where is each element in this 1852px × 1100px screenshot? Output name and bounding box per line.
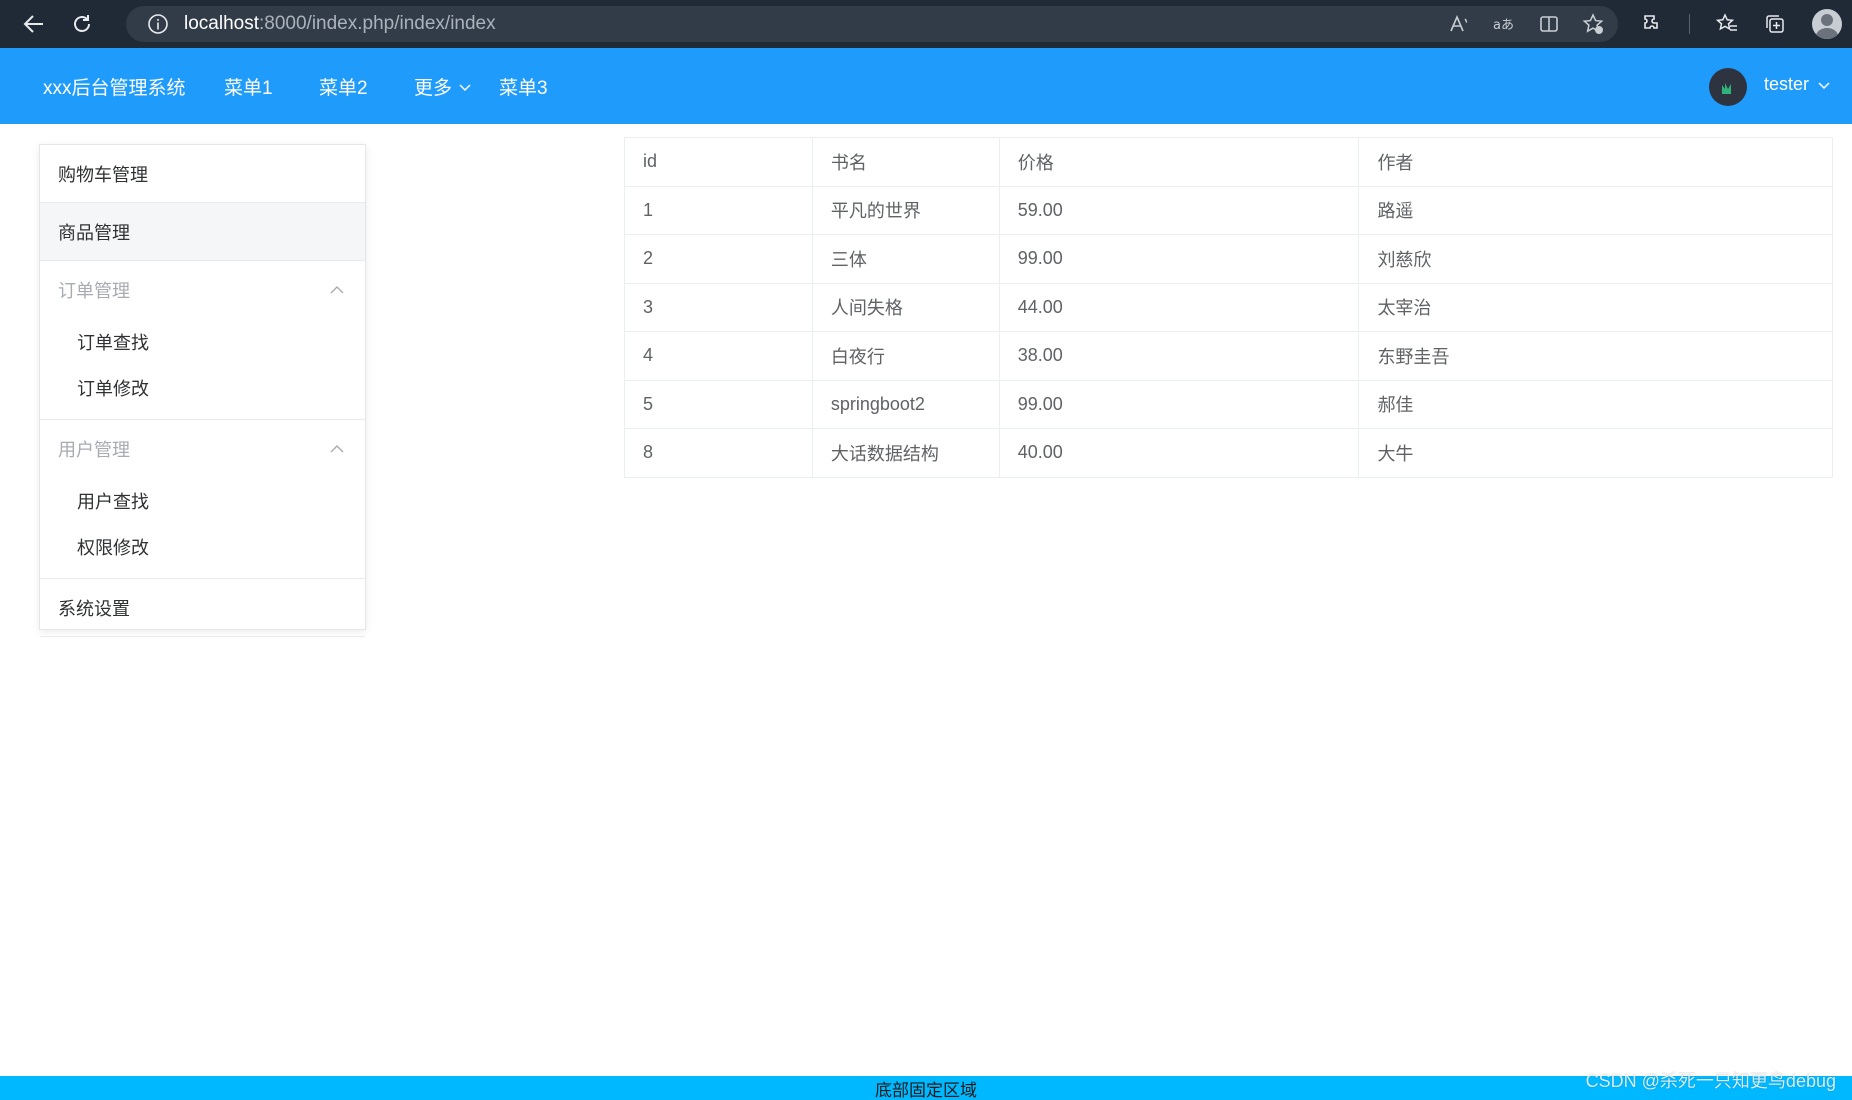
refresh-icon (74, 15, 90, 32)
menu-item-2-label: 菜单2 (319, 78, 368, 99)
books-table: id 书名 价格 作者 1 平凡的世界 59.00 路遥 2 三体 99.00 … (624, 137, 1833, 478)
username: tester (1764, 74, 1810, 94)
cell-price: 99.00 (998, 379, 1360, 429)
url-text: localhost:8000/index.php/index/index (184, 13, 496, 35)
sidebar-subitem-label: 用户查找 (77, 492, 149, 513)
cell-author: 太宰治 (1358, 282, 1833, 332)
menu-item-3[interactable]: 菜单3 (499, 73, 548, 100)
cell-id: 2 (624, 234, 813, 284)
cell-id: 8 (624, 428, 813, 478)
chevron-down-icon (459, 83, 471, 91)
watermark: CSDN @杀死一只知更鸟debug (1585, 1071, 1836, 1091)
svg-text:aあ: aあ (1493, 18, 1514, 33)
user-dropdown[interactable]: tester (1764, 74, 1831, 95)
cell-id: 5 (624, 379, 813, 429)
cell-price: 40.00 (998, 428, 1360, 478)
sidebar-item-products[interactable]: 商品管理 (40, 203, 365, 261)
menu-item-more[interactable]: 更多 (414, 73, 472, 100)
app-header: xxx后台管理系统 菜单1 菜单2 更多 菜单3 tester (0, 48, 1852, 124)
sidebar-item-label: 系统设置 (58, 598, 130, 620)
sidebar-subitem-label: 权限修改 (77, 538, 149, 559)
cell-title: 白夜行 (811, 331, 1000, 381)
profile-icon[interactable] (1812, 9, 1842, 39)
refresh-button[interactable] (62, 4, 102, 44)
split-screen-icon[interactable] (1538, 13, 1560, 35)
table-row: 3 人间失格 44.00 太宰治 (624, 282, 1833, 332)
sidebar-subitem-order-edit[interactable]: 订单修改 (40, 365, 365, 411)
sidebar-subitem-permission-edit[interactable]: 权限修改 (40, 524, 365, 570)
toolbar-separator (1689, 14, 1690, 34)
cell-author: 大牛 (1358, 428, 1833, 478)
cell-id: 4 (624, 331, 813, 381)
cell-id: 1 (624, 185, 813, 235)
sidebar-menu: 购物车管理 商品管理 订单管理 订单查找 订单修改 用户管理 用户查找 权限修改… (39, 144, 366, 637)
cell-title: 大话数据结构 (811, 428, 1000, 478)
sidebar-item-cart[interactable]: 购物车管理 (40, 145, 365, 203)
sidebar-group-orders-title[interactable]: 订单管理 (40, 261, 365, 319)
sidebar-item-settings[interactable]: 系统设置 (40, 579, 365, 637)
table-header-row: id 书名 价格 作者 (624, 137, 1833, 187)
column-header-title[interactable]: 书名 (811, 137, 1000, 187)
footer-text: 底部固定区域 (875, 1080, 977, 1100)
site-info-icon[interactable] (146, 12, 170, 36)
menu-item-2[interactable]: 菜单2 (319, 73, 368, 100)
sidebar-subitem-user-search[interactable]: 用户查找 (40, 478, 365, 524)
menu-item-1[interactable]: 菜单1 (224, 73, 273, 100)
cell-price: 44.00 (998, 282, 1360, 332)
cell-title: springboot2 (811, 379, 1000, 429)
sidebar-group-users: 用户管理 用户查找 权限修改 (40, 420, 365, 579)
browser-toolbar: localhost:8000/index.php/index/index aあ (0, 0, 1852, 48)
column-header-author[interactable]: 作者 (1358, 137, 1833, 187)
brand-title: xxx后台管理系统 (43, 78, 186, 99)
avatar[interactable] (1709, 68, 1747, 106)
cell-author: 刘慈欣 (1358, 234, 1833, 284)
url-path: :8000/index.php/index/index (259, 13, 496, 34)
cell-title: 三体 (811, 234, 1000, 284)
address-bar[interactable]: localhost:8000/index.php/index/index aあ (126, 6, 1618, 42)
table-row: 4 白夜行 38.00 东野圭吾 (624, 331, 1833, 381)
translate-icon[interactable]: aあ (1492, 13, 1516, 35)
cell-price: 99.00 (998, 234, 1360, 284)
sidebar-group-label: 订单管理 (58, 281, 130, 302)
cell-price: 59.00 (998, 185, 1360, 235)
cell-id: 3 (624, 282, 813, 332)
sidebar-group-users-title[interactable]: 用户管理 (40, 420, 365, 478)
sidebar-subitem-label: 订单查找 (77, 333, 149, 354)
table-row: 2 三体 99.00 刘慈欣 (624, 234, 1833, 284)
column-header-id[interactable]: id (624, 137, 813, 187)
table-row: 1 平凡的世界 59.00 路遥 (624, 185, 1833, 235)
fixed-footer: 底部固定区域 (0, 1076, 1852, 1100)
read-aloud-icon[interactable] (1448, 13, 1470, 35)
cell-author: 郝佳 (1358, 379, 1833, 429)
sidebar-item-label: 商品管理 (58, 222, 130, 244)
sidebar-subitem-order-search[interactable]: 订单查找 (40, 319, 365, 365)
sidebar-subitem-label: 订单修改 (77, 379, 149, 400)
cell-title: 人间失格 (811, 282, 1000, 332)
back-button[interactable] (14, 4, 54, 44)
cell-price: 38.00 (998, 331, 1360, 381)
extensions-icon[interactable] (1641, 13, 1663, 35)
table-row: 8 大话数据结构 40.00 大牛 (624, 428, 1833, 478)
favorites-icon[interactable] (1716, 13, 1738, 35)
favorite-add-icon[interactable] (1582, 13, 1604, 35)
cell-author: 东野圭吾 (1358, 331, 1833, 381)
table-row: 5 springboot2 99.00 郝佳 (624, 379, 1833, 429)
chevron-up-icon (330, 445, 344, 453)
avatar-icon (1722, 83, 1731, 94)
chevron-down-icon (1818, 81, 1830, 89)
sidebar-item-label: 购物车管理 (58, 164, 148, 186)
back-arrow-icon (23, 15, 43, 33)
sidebar-group-orders: 订单管理 订单查找 订单修改 (40, 261, 365, 420)
sidebar-group-label: 用户管理 (58, 440, 130, 461)
cell-author: 路遥 (1358, 185, 1833, 235)
column-header-price[interactable]: 价格 (998, 137, 1360, 187)
url-host: localhost (184, 13, 259, 34)
chevron-up-icon (330, 286, 344, 294)
menu-item-3-label: 菜单3 (499, 78, 548, 99)
menu-item-more-label: 更多 (414, 78, 453, 99)
collections-icon[interactable] (1764, 13, 1786, 35)
menu-item-1-label: 菜单1 (224, 78, 273, 99)
cell-title: 平凡的世界 (811, 185, 1000, 235)
